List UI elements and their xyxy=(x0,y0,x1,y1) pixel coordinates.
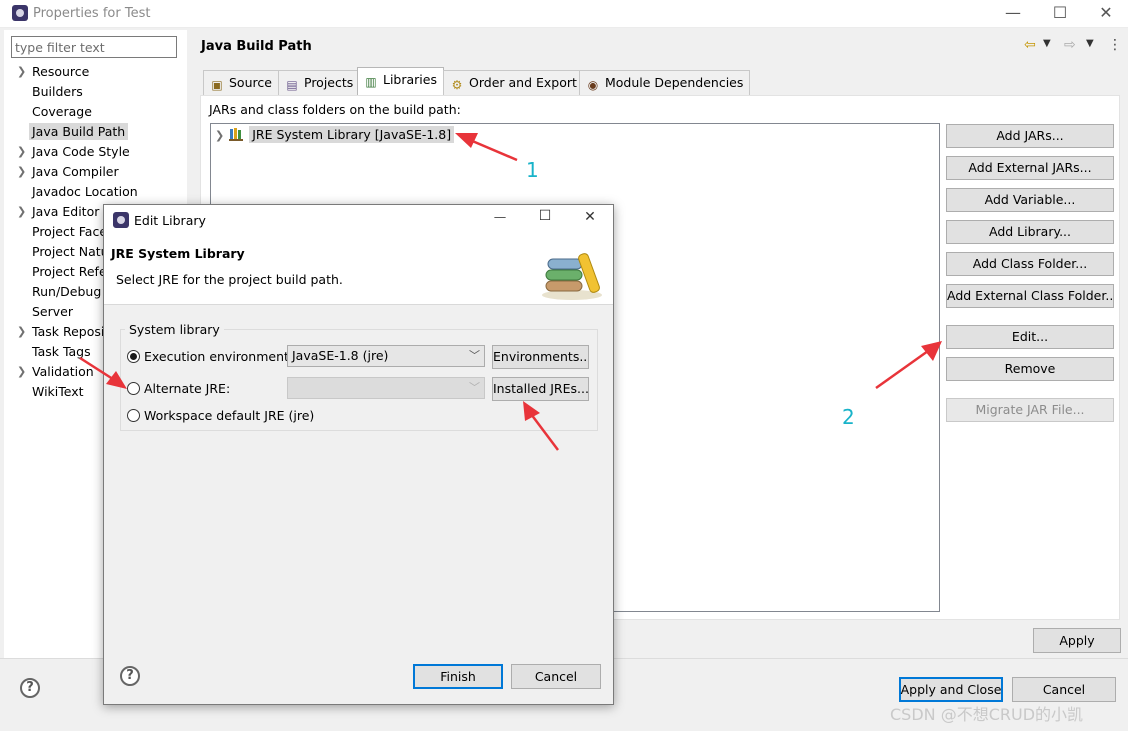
annotation-number-2: 2 xyxy=(842,405,855,429)
watermark: CSDN @不想CRUD的小凯 xyxy=(890,705,1084,724)
annotation-number-1: 1 xyxy=(526,158,539,182)
arrow-to-installed-jres xyxy=(523,401,559,451)
arrow-to-alternate-jre xyxy=(79,356,127,389)
arrow-to-edit-button xyxy=(875,341,942,390)
arrow-to-tree-item xyxy=(455,133,518,162)
annotation-overlay xyxy=(79,133,942,451)
